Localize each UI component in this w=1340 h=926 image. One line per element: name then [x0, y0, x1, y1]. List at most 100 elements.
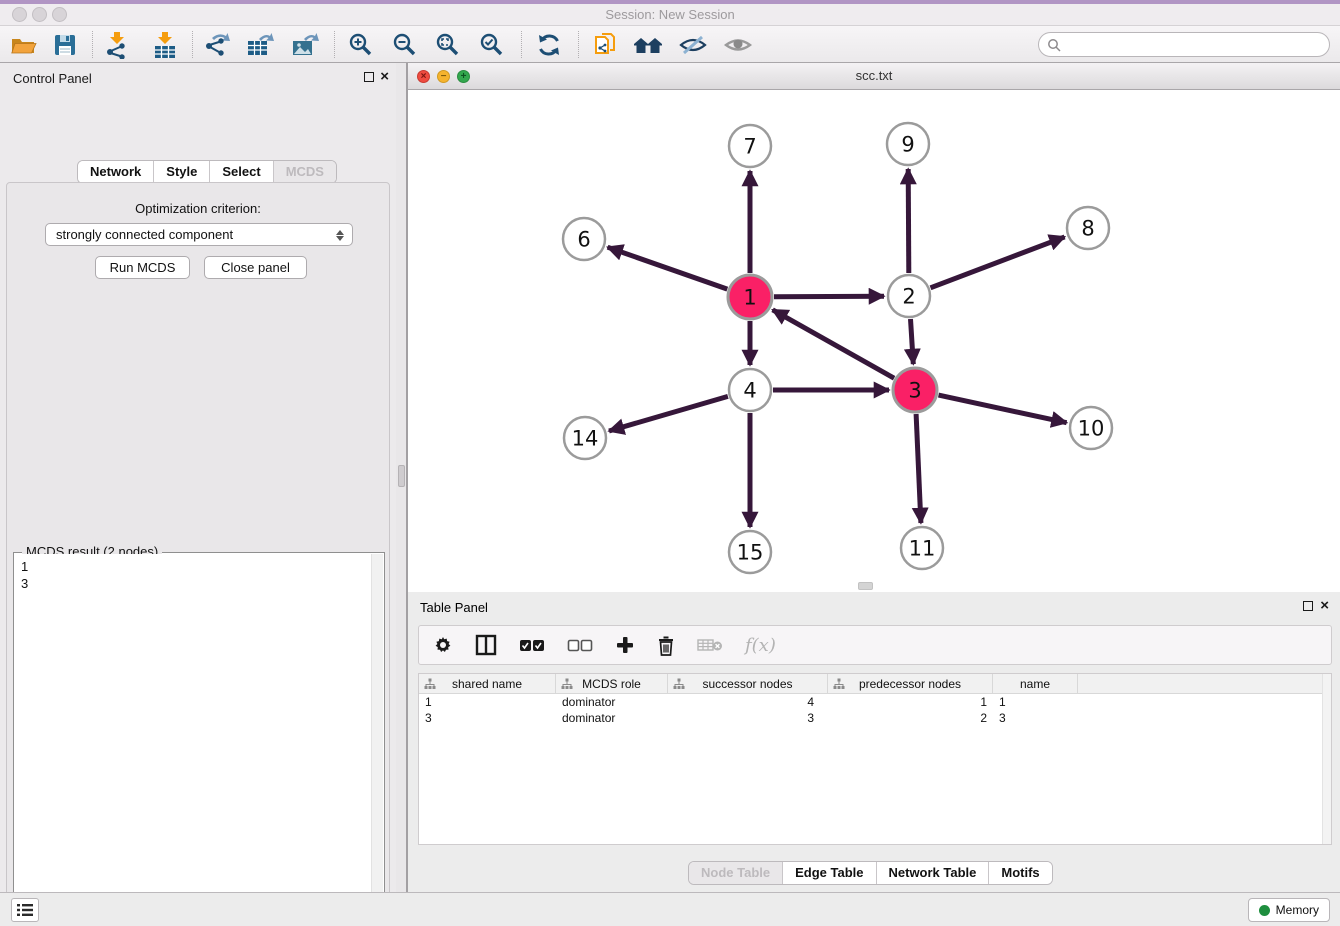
tab-motifs[interactable]: Motifs	[989, 862, 1051, 884]
status-bar: Memory	[0, 892, 1340, 926]
cell-mcds-role[interactable]: dominator	[556, 694, 668, 710]
cell-successor-nodes[interactable]: 4	[668, 694, 828, 710]
column-header-successor-nodes[interactable]: successor nodes	[668, 674, 828, 693]
graph-edge-2-3[interactable]	[911, 319, 914, 364]
cell-shared-name[interactable]: 1	[419, 694, 556, 710]
table-tabs: Node Table Edge Table Network Table Moti…	[688, 861, 1053, 885]
graph-node-1[interactable]: 1	[728, 275, 772, 319]
graph-node-label: 15	[737, 540, 764, 564]
tab-network-table[interactable]: Network Table	[877, 862, 990, 884]
mcds-result-node: 1	[21, 558, 371, 575]
graph-node-9[interactable]: 9	[887, 123, 929, 165]
hide-selected-icon[interactable]	[676, 29, 710, 60]
graph-node-6[interactable]: 6	[563, 218, 605, 260]
table-row[interactable]: 3 dominator 3 2 3	[419, 710, 1331, 726]
settings-gear-icon[interactable]	[433, 635, 453, 655]
add-column-icon[interactable]	[615, 635, 635, 655]
graph-edge-3-11[interactable]	[916, 414, 921, 523]
import-network-icon[interactable]	[100, 29, 134, 60]
float-panel-icon[interactable]	[364, 72, 374, 82]
graph-edge-2-9[interactable]	[908, 169, 909, 273]
tab-select[interactable]: Select	[210, 161, 273, 183]
cell-predecessor-nodes[interactable]: 2	[828, 710, 993, 726]
table-scrollbar[interactable]	[1322, 674, 1331, 844]
splitter-grip[interactable]	[398, 465, 405, 487]
graph-node-10[interactable]: 10	[1070, 407, 1112, 449]
criterion-dropdown[interactable]: strongly connected component	[45, 223, 353, 246]
toolbar-separator	[192, 31, 193, 58]
export-table-icon[interactable]	[243, 29, 277, 60]
graph-edge-4-14[interactable]	[609, 396, 728, 431]
cell-shared-name[interactable]: 3	[419, 710, 556, 726]
memory-label: Memory	[1276, 903, 1319, 917]
table-row[interactable]: 1 dominator 4 1 1	[419, 694, 1331, 710]
graph-node-label: 11	[909, 536, 936, 560]
close-panel-icon[interactable]: ×	[380, 68, 389, 86]
node-table[interactable]: shared name MCDS role successor nodes pr…	[418, 673, 1332, 845]
save-session-icon[interactable]	[48, 29, 82, 60]
float-table-panel-icon[interactable]	[1303, 601, 1313, 611]
column-visibility-icon[interactable]	[475, 634, 497, 656]
search-box[interactable]	[1038, 32, 1330, 57]
graph-node-2[interactable]: 2	[888, 275, 930, 317]
export-image-icon[interactable]	[288, 29, 322, 60]
column-header-shared-name[interactable]: shared name	[419, 674, 556, 693]
panel-splitter[interactable]	[396, 63, 408, 892]
list-icon	[17, 903, 33, 917]
close-panel-button[interactable]: Close panel	[204, 256, 307, 279]
control-panel-tabs: Network Style Select MCDS	[77, 160, 337, 184]
network-window-titlebar[interactable]: × − + scc.txt	[408, 63, 1340, 90]
search-input[interactable]	[1066, 38, 1329, 52]
graph-node-11[interactable]: 11	[901, 527, 943, 569]
graph-node-15[interactable]: 15	[729, 531, 771, 573]
column-header-mcds-role[interactable]: MCDS role	[556, 674, 668, 693]
column-header-name[interactable]: name	[993, 674, 1078, 693]
function-builder-icon: f(x)	[745, 635, 776, 656]
run-mcds-button[interactable]: Run MCDS	[95, 256, 190, 279]
graph-node-7[interactable]: 7	[729, 125, 771, 167]
tab-edge-table[interactable]: Edge Table	[783, 862, 876, 884]
zoom-fit-icon[interactable]	[431, 29, 465, 60]
toolbar-separator	[92, 31, 93, 58]
cell-mcds-role[interactable]: dominator	[556, 710, 668, 726]
graph-node-4[interactable]: 4	[729, 369, 771, 411]
import-table-icon[interactable]	[148, 29, 182, 60]
zoom-in-icon[interactable]	[344, 29, 378, 60]
cell-predecessor-nodes[interactable]: 1	[828, 694, 993, 710]
graph-node-3[interactable]: 3	[893, 368, 937, 412]
result-scrollbar[interactable]	[371, 554, 383, 926]
memory-button[interactable]: Memory	[1248, 898, 1330, 922]
cell-name[interactable]: 3	[993, 710, 1078, 726]
cell-name[interactable]: 1	[993, 694, 1078, 710]
cell-successor-nodes[interactable]: 3	[668, 710, 828, 726]
open-session-icon[interactable]	[6, 29, 40, 60]
graph-node-14[interactable]: 14	[564, 417, 606, 459]
network-resize-grip[interactable]	[858, 582, 873, 590]
main-titlebar: Session: New Session	[0, 4, 1340, 26]
graph-edge-2-8[interactable]	[931, 237, 1065, 288]
refresh-view-icon[interactable]	[532, 29, 566, 60]
network-canvas[interactable]: 7 9 6 8 1 2 4 3 14 10 15 11	[408, 90, 1340, 592]
graph-edge-1-2[interactable]	[774, 296, 884, 297]
graph-edge-3-10[interactable]	[939, 395, 1067, 423]
graph-edge-3-1[interactable]	[773, 310, 895, 378]
export-network-icon[interactable]	[200, 29, 234, 60]
tab-mcds[interactable]: MCDS	[274, 161, 336, 183]
tab-network[interactable]: Network	[78, 161, 154, 183]
zoom-selected-icon[interactable]	[475, 29, 509, 60]
task-history-button[interactable]	[11, 898, 39, 922]
column-header-predecessor-nodes[interactable]: predecessor nodes	[828, 674, 993, 693]
home-view-icon[interactable]	[631, 29, 665, 60]
select-all-rows-icon[interactable]	[519, 639, 545, 652]
tab-node-table[interactable]: Node Table	[689, 862, 783, 884]
graph-edge-1-6[interactable]	[608, 247, 728, 289]
tab-style[interactable]: Style	[154, 161, 210, 183]
table-panel-title: Table Panel	[420, 600, 488, 615]
zoom-out-icon[interactable]	[388, 29, 422, 60]
open-panels-icon[interactable]	[588, 29, 622, 60]
close-table-panel-icon[interactable]: ×	[1320, 597, 1329, 615]
graph-node-8[interactable]: 8	[1067, 207, 1109, 249]
show-all-icon[interactable]	[721, 29, 755, 60]
deselect-all-rows-icon[interactable]	[567, 639, 593, 652]
delete-column-trash-icon[interactable]	[657, 635, 675, 656]
